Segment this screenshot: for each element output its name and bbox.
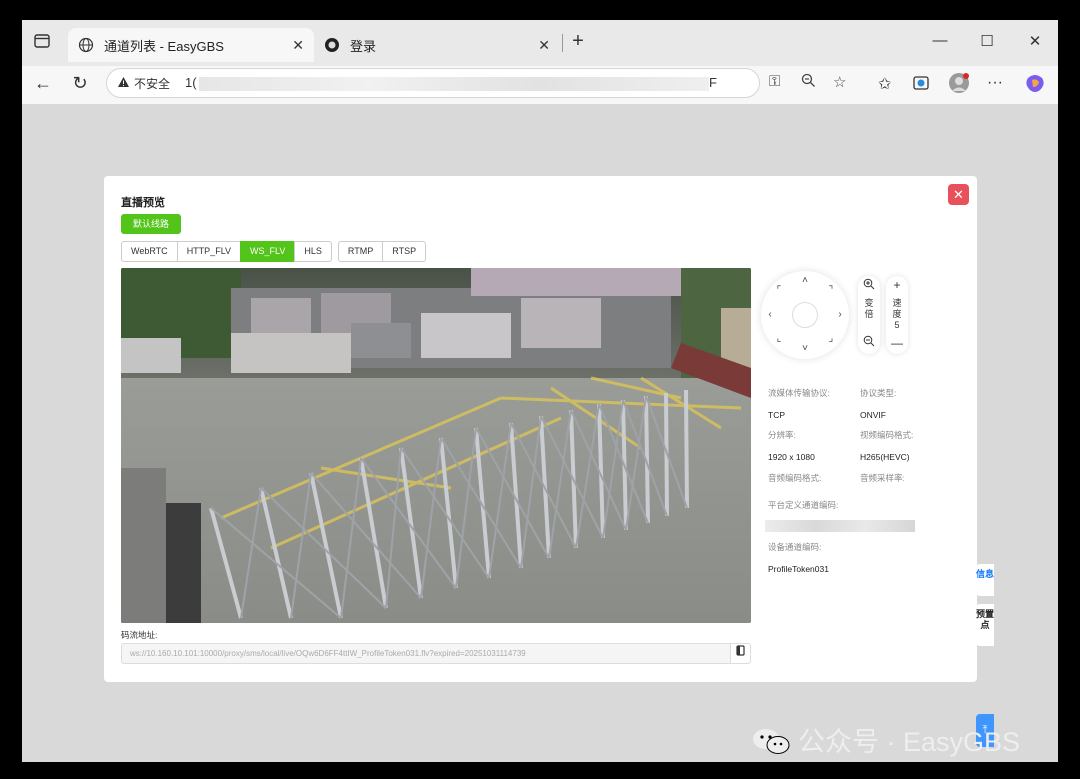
tab-title: 通道列表 - EasyGBS [104,38,224,54]
browser-window: 通道列表 - EasyGBS ✕ 登录 ✕ + — ☐ ✕ ← ↻ 不安全 1( [22,20,1058,762]
ptz-down-icon[interactable]: ˅ [799,343,811,354]
ptz-right-icon[interactable]: › [834,309,846,320]
url-text: 1( [185,75,197,90]
more-menu-icon[interactable]: ··· [987,74,1003,92]
protocol-rtmp[interactable]: RTMP [337,241,384,262]
info-audio-codec: 音频编码格式: [768,472,821,484]
close-tab-icon[interactable]: ✕ [538,37,550,54]
reload-button[interactable]: ↻ [69,73,91,94]
zoom-in-icon[interactable] [858,278,880,293]
device-channel-label: 设备通道编码: [768,542,822,552]
protocol-rtsp[interactable]: RTSP [382,241,427,262]
tab-divider [562,34,563,52]
live-preview-dialog: 直播预览 ✕ 默认线路 WebRTC HTTP_FLV WS_FLV HLS R… [104,176,977,682]
resolution-label: 分辨率: [768,430,796,440]
zoom-control: 变倍 [858,276,880,354]
address-bar[interactable]: 不安全 1( F ⚿ ☆ [106,68,846,98]
video-codec-label: 视频编码格式: [860,430,914,440]
info-audio-rate: 音频采样率: [860,472,905,484]
video-frame [121,268,751,623]
ptz-up-right-icon[interactable]: ⌝ [825,285,837,296]
side-tab-presets[interactable]: 预置点 [976,604,994,646]
speed-down-icon[interactable]: — [886,336,908,350]
video-player[interactable] [121,268,751,623]
ptz-center-button[interactable] [792,302,818,328]
site-favicon-icon [324,37,340,53]
page-content: 直播预览 ✕ 默认线路 WebRTC HTTP_FLV WS_FLV HLS R… [22,104,1058,762]
tab-channel-list[interactable]: 通道列表 - EasyGBS ✕ [68,28,314,62]
speed-label: 速度 5 [892,298,902,330]
url-text-end: F [709,75,717,90]
video-codec-value: H265(HEVC) [860,452,910,462]
transport-label: 流媒体传输协议: [768,388,830,398]
protocol-type-value: ONVIF [860,410,886,420]
profile-avatar[interactable] [948,72,970,99]
zoom-out-icon[interactable] [801,73,816,92]
wechat-icon [752,727,790,754]
platform-channel-label: 平台定义通道编码: [768,500,839,510]
tab-title: 登录 [350,38,377,54]
watermark: 公众号 · EasyGBS [752,720,1020,759]
ptz-down-left-icon[interactable]: ⌞ [773,333,785,344]
new-tab-button[interactable]: + [568,30,588,53]
globe-icon [78,37,94,53]
edge-copilot-icon[interactable] [912,74,930,97]
ptz-left-icon[interactable]: ‹ [764,309,776,320]
close-tab-icon[interactable]: ✕ [292,37,304,54]
tab-actions-icon[interactable] [32,34,52,52]
copy-icon [736,645,745,659]
ptz-down-right-icon[interactable]: ⌟ [825,333,837,344]
stream-url-label: 码流地址: [121,630,158,640]
speed-up-icon[interactable]: + [886,278,908,292]
close-window-button[interactable]: ✕ [1025,32,1045,50]
tab-bar: 通道列表 - EasyGBS ✕ 登录 ✕ + — ☐ ✕ [22,20,1058,66]
ptz-up-icon[interactable]: ˄ [799,275,811,286]
zoom-label: 变倍 [864,298,874,319]
audio-codec-label: 音频编码格式: [768,473,822,483]
info-video-codec: 视频编码格式: H265(HEVC) [860,429,913,462]
ptz-up-left-icon[interactable]: ⌜ [773,285,785,296]
audio-rate-label: 音频采样率: [860,473,905,483]
protocol-hls[interactable]: HLS [294,241,332,262]
security-label: 不安全 [134,77,171,91]
key-icon[interactable]: ⚿ [769,73,780,90]
favorite-star-icon[interactable]: ☆ [833,73,846,91]
speed-control: + 速度 5 — [886,276,908,354]
protocol-webrtc[interactable]: WebRTC [121,241,178,262]
security-indicator[interactable]: 不安全 [117,75,170,92]
url-redacted [199,77,709,91]
zoom-out-icon[interactable] [858,335,880,350]
dialog-close-button[interactable]: ✕ [948,184,969,205]
speed-value: 5 [894,320,900,330]
warning-icon [117,76,130,91]
stream-url-input[interactable]: ws://10.160.10.101:10000/proxy/sms/local… [121,643,731,664]
protocol-http-flv[interactable]: HTTP_FLV [176,241,242,262]
protocol-ws-flv[interactable]: WS_FLV [240,241,296,262]
copy-button[interactable] [730,643,751,664]
platform-channel-redacted [765,520,915,532]
tab-login[interactable]: 登录 ✕ [314,28,560,62]
dialog-title: 直播预览 [121,197,165,209]
back-button[interactable]: ← [32,73,54,94]
info-protocol-type: 协议类型: ONVIF [860,387,896,420]
protocol-type-label: 协议类型: [860,388,897,398]
info-platform-channel: 平台定义通道编码: [768,499,838,511]
ptz-direction-pad: ˄ ˅ ‹ › ⌜ ⌝ ⌞ ⌟ [761,271,849,359]
watermark-text: 公众号 · EasyGBS [798,727,1021,757]
default-route-button[interactable]: 默认线路 [121,214,181,234]
copilot-icon[interactable] [1024,72,1046,99]
minimize-button[interactable]: — [930,32,950,49]
info-device-channel: 设备通道编码: ProfileToken031 [768,541,829,574]
maximize-button[interactable]: ☐ [977,32,997,50]
resolution-value: 1920 x 1080 [768,452,815,462]
side-tab-info[interactable]: 信息 [976,564,994,596]
favorites-icon[interactable]: ✩ [878,74,891,94]
transport-value: TCP [768,410,785,420]
protocol-selector: WebRTC HTTP_FLV WS_FLV HLS RTMP RTSP [121,241,427,262]
info-transport: 流媒体传输协议: TCP [768,387,830,420]
browser-toolbar: ← ↻ 不安全 1( F ⚿ ☆ ✩ ··· [22,66,1058,104]
info-resolution: 分辨率: 1920 x 1080 [768,429,815,462]
device-channel-value: ProfileToken031 [768,564,829,574]
